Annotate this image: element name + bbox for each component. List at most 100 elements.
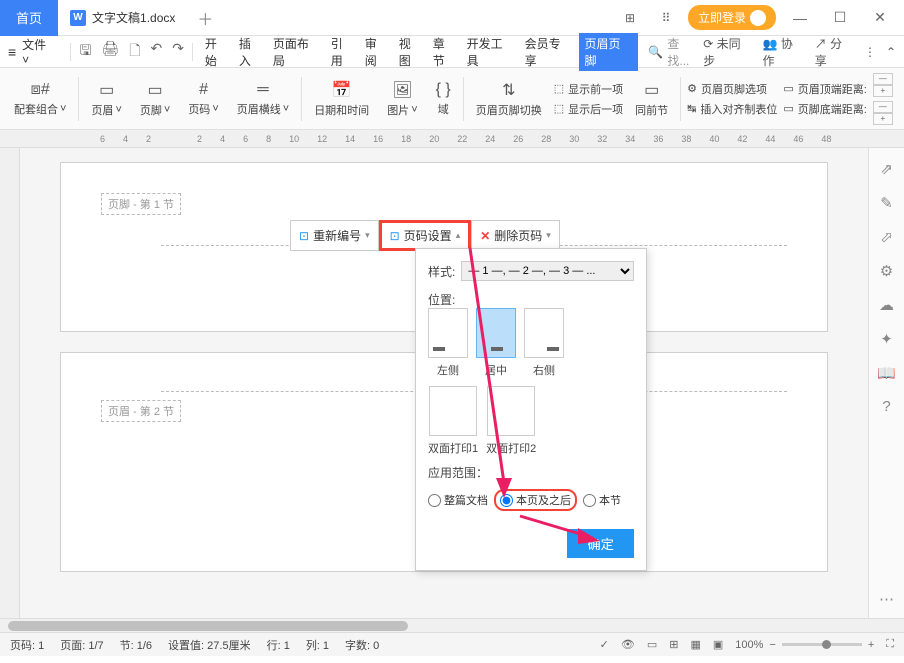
- sidepanel-help-icon[interactable]: ?: [882, 398, 890, 415]
- menu-review[interactable]: 审阅: [361, 35, 393, 69]
- sidepanel-star-icon[interactable]: ✦: [880, 330, 893, 348]
- position-right[interactable]: 右侧: [524, 308, 564, 378]
- section1-label: 页脚 - 第 1 节: [101, 193, 181, 215]
- ribbon-datetime[interactable]: 📅日期和时间: [308, 76, 375, 122]
- ribbon-footer[interactable]: ▭页脚 ˅: [134, 76, 176, 122]
- ribbon-combo[interactable]: ⧈# 配套组合 ˅: [8, 77, 72, 121]
- sidepanel-settings-icon[interactable]: ⚙: [880, 262, 893, 280]
- sidepanel-book-icon[interactable]: 📖: [877, 364, 896, 382]
- menu-header-footer[interactable]: 页眉页脚: [579, 33, 639, 71]
- ribbon-header[interactable]: ▭页眉 ˅: [85, 76, 127, 122]
- sidepanel-more-icon[interactable]: ⋯: [879, 590, 894, 608]
- botdist-spinner[interactable]: —+: [873, 101, 893, 125]
- scope-section[interactable]: 本节: [583, 492, 621, 508]
- ribbon-switch[interactable]: ⇅页眉页脚切换: [470, 76, 548, 122]
- scope-label: 应用范围：: [428, 464, 634, 481]
- next-icon: ⬚: [554, 102, 564, 115]
- horizontal-scrollbar[interactable]: [0, 618, 904, 632]
- collapse-icon[interactable]: ⌃: [886, 45, 896, 59]
- hamburger-icon[interactable]: ≡: [8, 44, 16, 60]
- zoom-slider[interactable]: [782, 643, 862, 646]
- status-col: 列: 1: [306, 637, 329, 653]
- menu-view[interactable]: 视图: [395, 35, 427, 69]
- zoom-out[interactable]: −: [769, 639, 775, 651]
- gear-icon: ⚙: [687, 82, 697, 95]
- new-tab-button[interactable]: ＋: [187, 6, 223, 30]
- menu-start[interactable]: 开始: [201, 35, 233, 69]
- page-settings-button[interactable]: ⊡ 页码设置 ▴: [379, 220, 472, 251]
- style-select[interactable]: — 1 —, — 2 —, — 3 — ...: [461, 261, 634, 281]
- ribbon-field[interactable]: { }域: [430, 77, 457, 121]
- undo-icon[interactable]: ↶: [150, 40, 162, 64]
- file-menu[interactable]: 文件 ˅: [22, 36, 56, 67]
- fullscreen-icon[interactable]: ⛶: [886, 638, 894, 651]
- ribbon-image[interactable]: 🖼图片 ˅: [381, 76, 423, 122]
- position-duplex2[interactable]: 双面打印2: [486, 386, 536, 456]
- menu-section[interactable]: 章节: [429, 35, 461, 69]
- sidepanel-select-icon[interactable]: ⬀: [880, 228, 893, 246]
- line-icon: ═: [257, 81, 268, 99]
- image-icon: 🖼: [392, 80, 412, 100]
- scope-from-here[interactable]: 本页及之后: [494, 489, 577, 511]
- prev-icon: ⬚: [554, 82, 564, 95]
- redo-icon[interactable]: ↷: [172, 40, 184, 64]
- document-tab[interactable]: W 文字文稿1.docx: [58, 9, 187, 26]
- menu-insert[interactable]: 插入: [235, 35, 267, 69]
- topdist-spinner[interactable]: —+: [873, 73, 893, 97]
- menu-devtools[interactable]: 开发工具: [463, 35, 519, 69]
- status-eye-icon[interactable]: 👁: [621, 638, 635, 651]
- preview-icon[interactable]: 🗋: [129, 40, 140, 64]
- status-spellcheck-icon[interactable]: ✓: [600, 638, 609, 651]
- ribbon-showprev[interactable]: ⬚ 显示前一项: [554, 81, 623, 97]
- word-doc-icon: W: [70, 10, 86, 26]
- save-icon[interactable]: 🖫: [79, 40, 91, 64]
- status-pos: 设置值: 27.5厘米: [168, 637, 251, 653]
- tab-icon: ↹: [687, 102, 696, 115]
- collab-button[interactable]: 👥 协作: [763, 35, 805, 69]
- close-button[interactable]: ✕: [864, 4, 896, 32]
- topdist-icon: ▭: [783, 82, 793, 95]
- delete-pagenum-button[interactable]: ✕ 删除页码 ▾: [471, 220, 560, 251]
- ribbon-headerline[interactable]: ═页眉横线 ˅: [231, 77, 295, 121]
- sidepanel-rocket-icon[interactable]: ⇗: [880, 160, 893, 178]
- status-view3-icon[interactable]: ▦: [690, 638, 700, 651]
- sidepanel-cloud-icon[interactable]: ☁: [879, 296, 894, 314]
- grid-icon[interactable]: ⠿: [652, 4, 680, 32]
- position-center[interactable]: 居中: [476, 308, 516, 378]
- status-view2-icon[interactable]: ⊞: [669, 638, 678, 651]
- calendar-icon: 📅: [332, 80, 352, 100]
- link-icon: ▭: [644, 80, 659, 100]
- menu-refs[interactable]: 引用: [327, 35, 359, 69]
- vertical-ruler: [0, 148, 20, 618]
- ribbon-pagenum[interactable]: #页码 ˅: [182, 77, 224, 121]
- home-tab[interactable]: 首页: [0, 0, 58, 36]
- menu-layout[interactable]: 页面布局: [269, 35, 325, 69]
- ribbon-samesection[interactable]: ▭同前节: [629, 76, 674, 122]
- position-duplex1[interactable]: 双面打印1: [428, 386, 478, 456]
- combo-icon: ⧈#: [31, 81, 50, 99]
- more-icon[interactable]: ⋮: [864, 45, 876, 59]
- status-view4-icon[interactable]: ▣: [713, 638, 723, 651]
- login-button[interactable]: 立即登录: [688, 5, 776, 30]
- menu-premium[interactable]: 会员专享: [521, 35, 577, 69]
- pagenum-icon: #: [199, 81, 208, 99]
- status-view1-icon[interactable]: ▭: [647, 638, 657, 651]
- share-button[interactable]: ↗ 分享: [815, 35, 854, 69]
- renumber-button[interactable]: ⊡ 重新编号 ▾: [290, 220, 379, 251]
- scope-whole[interactable]: 整篇文档: [428, 492, 488, 508]
- print-icon[interactable]: 🖨: [101, 40, 119, 64]
- ok-button[interactable]: 确定: [567, 529, 634, 558]
- unsync-button[interactable]: ⟳ 未同步: [703, 35, 752, 69]
- ribbon-pagenum-options[interactable]: ⚙ 页眉页脚选项: [687, 81, 777, 97]
- search-box[interactable]: 🔍 查找...: [648, 35, 701, 69]
- page-settings-popup: 样式: — 1 —, — 2 —, — 3 — ... 位置: 左侧 居中 右侧…: [415, 248, 647, 571]
- position-left[interactable]: 左侧: [428, 308, 468, 378]
- ribbon-align-tabs[interactable]: ↹ 插入对齐制表位: [687, 101, 777, 117]
- sidepanel-edit-icon[interactable]: ✎: [880, 194, 893, 212]
- horizontal-ruler: 6422468101214161820222426283032343638404…: [0, 130, 904, 148]
- layout-icon[interactable]: ⊞: [616, 4, 644, 32]
- maximize-button[interactable]: ☐: [824, 4, 856, 32]
- ribbon-shownext[interactable]: ⬚ 显示后一项: [554, 101, 623, 117]
- minimize-button[interactable]: —: [784, 4, 816, 32]
- zoom-in[interactable]: +: [868, 639, 874, 651]
